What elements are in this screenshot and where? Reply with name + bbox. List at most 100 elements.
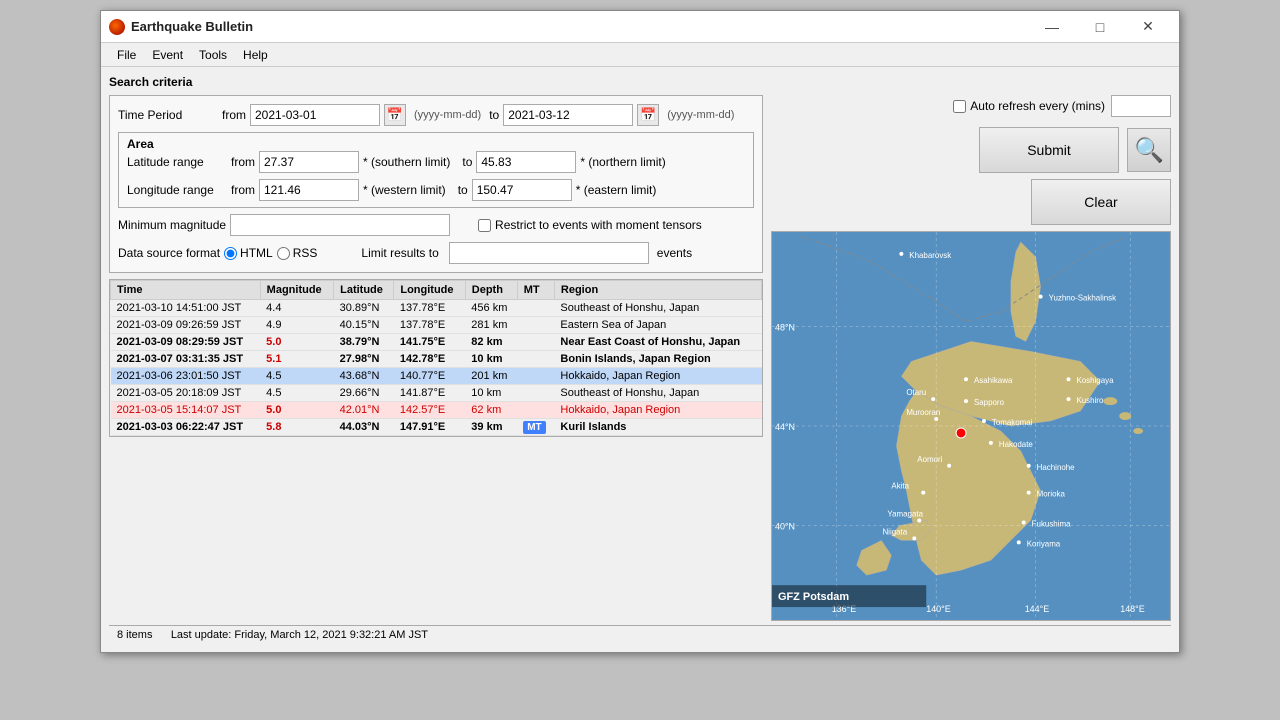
minimize-button[interactable]: — [1029, 12, 1075, 42]
svg-text:Sapporo: Sapporo [974, 398, 1005, 407]
radio-rss-label[interactable]: RSS [277, 246, 318, 260]
cell-5 [517, 351, 554, 368]
radio-rss[interactable] [277, 247, 290, 260]
cell-2: 30.89°N [334, 300, 394, 317]
col-time: Time [111, 281, 261, 300]
left-column: Time Period from 📅 (yyyy-mm-dd) to 📅 (yy… [109, 95, 763, 437]
maximize-button[interactable]: □ [1077, 12, 1123, 42]
longitude-from-input[interactable] [259, 179, 359, 201]
auto-refresh-text: Auto refresh every (mins) [970, 99, 1105, 113]
cell-0: 2021-03-10 14:51:00 JST [111, 300, 261, 317]
auto-refresh-label[interactable]: Auto refresh every (mins) [953, 99, 1105, 113]
radio-html[interactable] [224, 247, 237, 260]
rss-radio-label: RSS [293, 246, 318, 260]
to-label: to [489, 108, 499, 122]
latitude-from-input[interactable] [259, 151, 359, 173]
cell-1: 4.5 [260, 368, 333, 385]
latitude-to-input[interactable] [476, 151, 576, 173]
cell-5 [517, 334, 554, 351]
svg-text:Murooran: Murooran [906, 408, 940, 417]
svg-text:Hachinohe: Hachinohe [1037, 463, 1076, 472]
col-mt: MT [517, 281, 554, 300]
menu-help[interactable]: Help [235, 46, 276, 64]
longitude-label: Longitude range [127, 183, 227, 197]
cell-6: Southeast of Honshu, Japan [554, 385, 761, 402]
html-radio-label: HTML [240, 246, 273, 260]
lat40-label: 40°N [775, 521, 795, 531]
cell-4: 62 km [465, 402, 517, 419]
table-row[interactable]: 2021-03-03 06:22:47 JST5.844.03°N147.91°… [111, 419, 762, 436]
auto-refresh-row: Auto refresh every (mins) [953, 95, 1171, 117]
search-icon-button[interactable]: 🔍 [1127, 128, 1171, 172]
cell-3: 142.78°E [394, 351, 465, 368]
longitude-to-input[interactable] [472, 179, 572, 201]
cell-4: 456 km [465, 300, 517, 317]
time-period-label: Time Period [118, 108, 218, 122]
table-row[interactable]: 2021-03-10 14:51:00 JST4.430.89°N137.78°… [111, 300, 762, 317]
western-limit-label: * (western limit) [363, 183, 446, 197]
auto-refresh-input[interactable] [1111, 95, 1171, 117]
radio-html-label[interactable]: HTML [224, 246, 273, 260]
cell-4: 281 km [465, 317, 517, 334]
lat-from-label: from [231, 155, 255, 169]
table-row[interactable]: 2021-03-06 23:01:50 JST4.543.68°N140.77°… [111, 368, 762, 385]
menu-file[interactable]: File [109, 46, 144, 64]
clear-button[interactable]: Clear [1031, 179, 1171, 225]
restrict-checkbox[interactable] [478, 219, 491, 232]
cell-0: 2021-03-09 09:26:59 JST [111, 317, 261, 334]
svg-text:Niigata: Niigata [882, 527, 907, 536]
lon-to-label: to [458, 183, 468, 197]
menu-event[interactable]: Event [144, 46, 191, 64]
col-latitude: Latitude [334, 281, 394, 300]
close-button[interactable]: ✕ [1125, 12, 1171, 42]
items-count: 8 items [117, 629, 152, 641]
cell-4: 10 km [465, 385, 517, 402]
svg-text:Yuzhno-Sakhalinsk: Yuzhno-Sakhalinsk [1049, 294, 1117, 303]
menu-tools[interactable]: Tools [191, 46, 235, 64]
col-magnitude: Magnitude [260, 281, 333, 300]
svg-text:Kushiro: Kushiro [1076, 396, 1103, 405]
restrict-checkbox-label[interactable]: Restrict to events with moment tensors [478, 218, 702, 232]
results-table: Time Magnitude Latitude Longitude Depth … [110, 280, 762, 436]
calendar-from-button[interactable]: 📅 [384, 104, 406, 126]
submit-button[interactable]: Submit [979, 127, 1119, 173]
table-row[interactable]: 2021-03-05 15:14:07 JST5.042.01°N142.57°… [111, 402, 762, 419]
mag-restrict-row: Minimum magnitude Restrict to events wit… [118, 214, 754, 236]
cell-1: 4.9 [260, 317, 333, 334]
events-label: events [657, 246, 692, 260]
auto-refresh-checkbox[interactable] [953, 100, 966, 113]
cell-6: Kuril Islands [554, 419, 761, 436]
menubar: File Event Tools Help [101, 43, 1179, 67]
table-row[interactable]: 2021-03-07 03:31:35 JST5.127.98°N142.78°… [111, 351, 762, 368]
limit-results-input[interactable] [449, 242, 649, 264]
mt-badge: MT [523, 421, 545, 434]
cell-0: 2021-03-03 06:22:47 JST [111, 419, 261, 436]
svg-text:Akita: Akita [891, 482, 909, 491]
lat-to-label: to [462, 155, 472, 169]
restrict-label: Restrict to events with moment tensors [495, 218, 702, 232]
lon140-label: 140°E [926, 604, 950, 614]
time-period-row: Time Period from 📅 (yyyy-mm-dd) to 📅 (yy… [118, 104, 754, 126]
cell-4: 82 km [465, 334, 517, 351]
min-magnitude-input[interactable] [230, 214, 450, 236]
table-row[interactable]: 2021-03-05 20:18:09 JST4.529.66°N141.87°… [111, 385, 762, 402]
table-row[interactable]: 2021-03-09 08:29:59 JST5.038.79°N141.75°… [111, 334, 762, 351]
status-bar: 8 items Last update: Friday, March 12, 2… [109, 625, 1171, 644]
area-legend: Area [123, 137, 158, 151]
area-group: Area Latitude range from * (southern lim… [118, 132, 754, 208]
cell-2: 42.01°N [334, 402, 394, 419]
table-row[interactable]: 2021-03-09 09:26:59 JST4.940.15°N137.78°… [111, 317, 762, 334]
date-from-input[interactable] [250, 104, 380, 126]
cell-1: 5.8 [260, 419, 333, 436]
svg-text:Fukushima: Fukushima [1032, 519, 1071, 528]
cell-3: 137.78°E [394, 300, 465, 317]
svg-text:Koriyama: Koriyama [1027, 539, 1061, 548]
date-to-input[interactable] [503, 104, 633, 126]
lat44-label: 44°N [775, 422, 795, 432]
cell-6: Near East Coast of Honshu, Japan [554, 334, 761, 351]
calendar-to-button[interactable]: 📅 [637, 104, 659, 126]
main-content: Search criteria Time Period from 📅 (yyyy… [101, 67, 1179, 652]
cell-0: 2021-03-07 03:31:35 JST [111, 351, 261, 368]
cell-1: 5.0 [260, 402, 333, 419]
cell-2: 43.68°N [334, 368, 394, 385]
